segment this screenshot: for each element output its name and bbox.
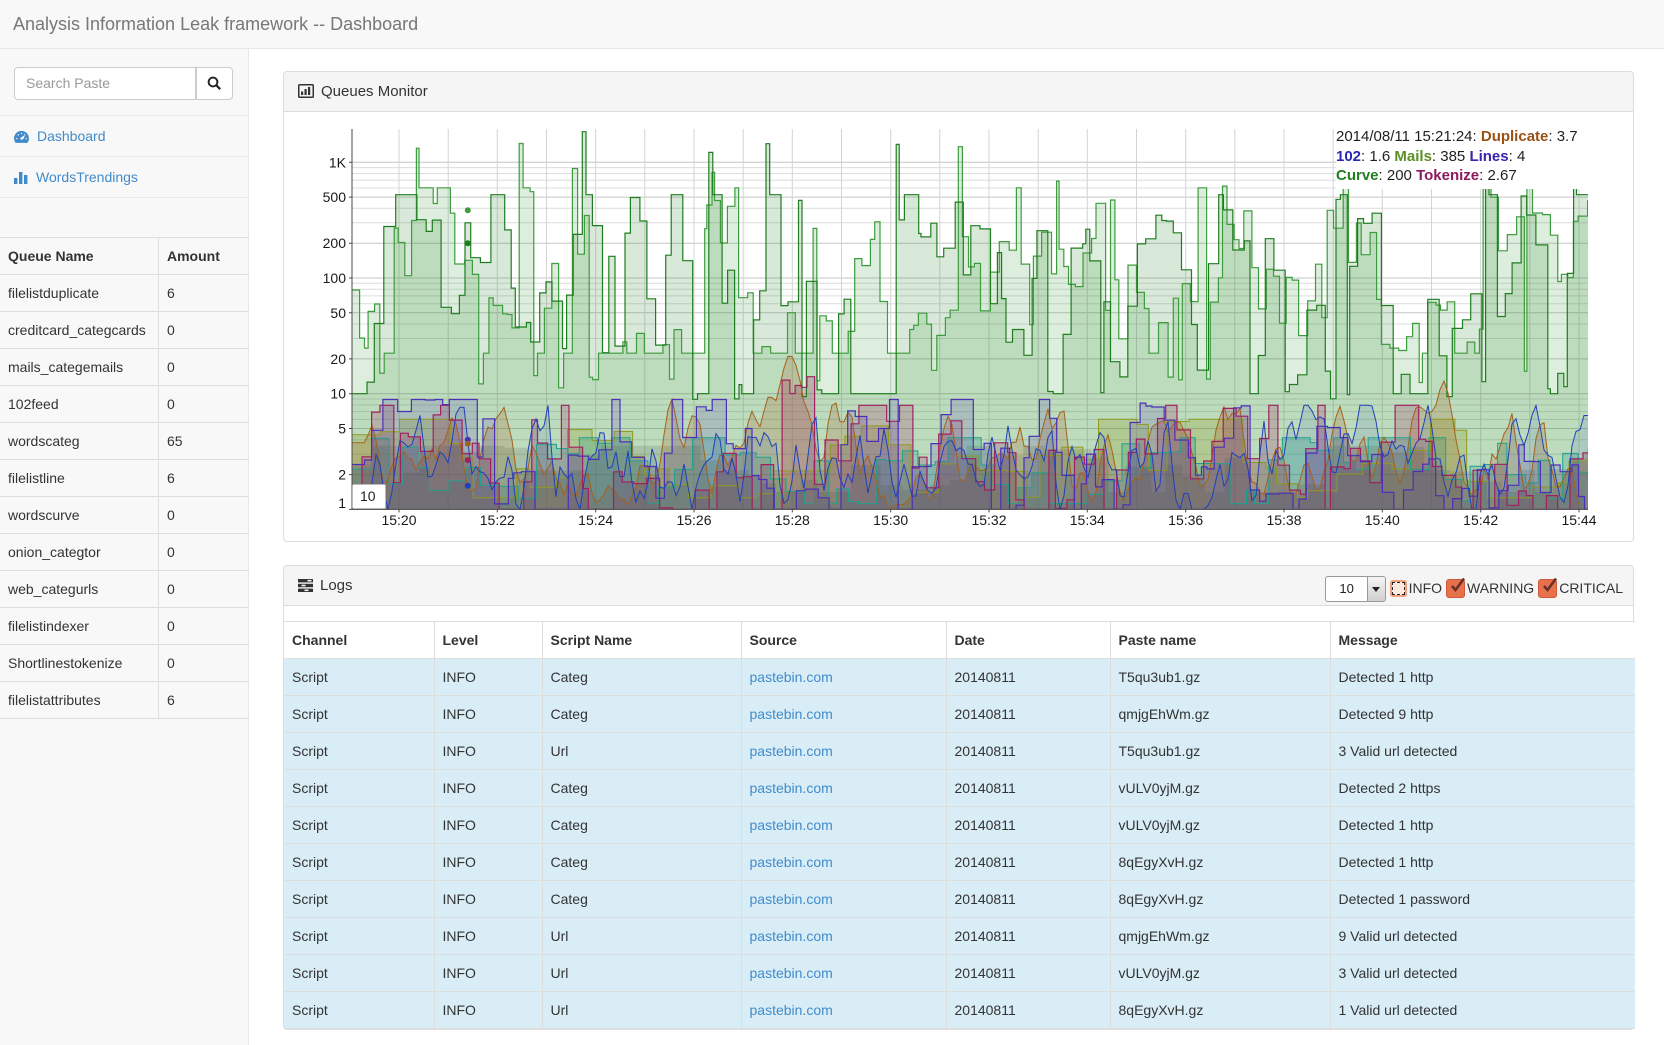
svg-text:15:40: 15:40: [1365, 512, 1400, 528]
svg-text:15:44: 15:44: [1561, 512, 1596, 528]
svg-text:15:34: 15:34: [1070, 512, 1105, 528]
svg-text:10: 10: [330, 386, 346, 402]
svg-text:15:24: 15:24: [578, 512, 613, 528]
svg-text:500: 500: [323, 189, 347, 205]
svg-text:1K: 1K: [329, 154, 347, 170]
svg-text:15:32: 15:32: [971, 512, 1006, 528]
svg-text:5: 5: [338, 421, 346, 437]
svg-text:15:38: 15:38: [1266, 512, 1301, 528]
svg-text:15:28: 15:28: [775, 512, 810, 528]
svg-text:15:20: 15:20: [381, 512, 416, 528]
svg-text:2: 2: [338, 467, 346, 483]
svg-text:15:42: 15:42: [1463, 512, 1498, 528]
svg-text:15:36: 15:36: [1168, 512, 1203, 528]
svg-text:200: 200: [323, 235, 347, 251]
svg-text:20: 20: [330, 351, 346, 367]
svg-text:15:22: 15:22: [480, 512, 515, 528]
svg-text:15:26: 15:26: [676, 512, 711, 528]
svg-text:15:30: 15:30: [873, 512, 908, 528]
svg-text:50: 50: [330, 305, 346, 321]
svg-text:100: 100: [323, 270, 347, 286]
svg-text:1: 1: [338, 495, 346, 511]
